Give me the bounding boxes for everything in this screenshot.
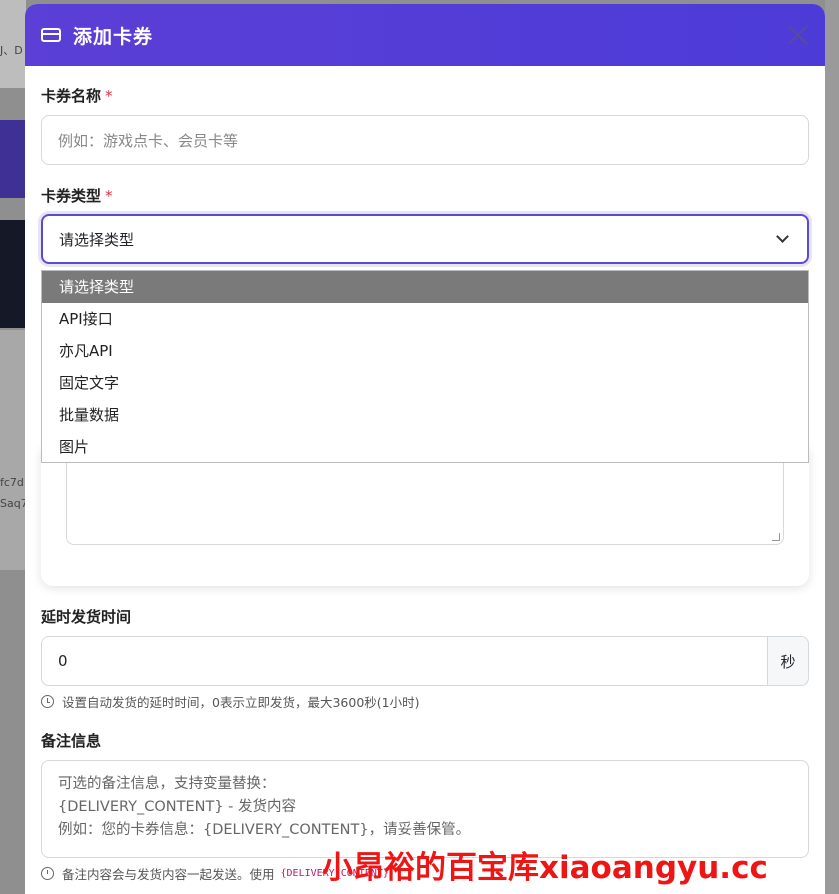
option-fixed-text[interactable]: 固定文字 <box>42 367 808 399</box>
delay-input-group: 0 秒 <box>41 636 809 686</box>
resize-handle-icon[interactable] <box>772 533 780 541</box>
modal-title: 添加卡券 <box>73 25 154 48</box>
option-image[interactable]: 图片 <box>42 431 808 463</box>
background-card <box>0 330 26 570</box>
watermark: 小昂裕的百宝库xiaoangyu.cc <box>322 850 768 886</box>
add-card-modal: 添加卡券 卡券名称 * 例如：游戏点卡、会员卡等 卡券类型 * 请选择类型 请选择类… <box>25 4 825 894</box>
option-select-type[interactable]: 请选择类型 <box>42 271 808 303</box>
info-icon <box>41 867 54 880</box>
option-api[interactable]: API接口 <box>42 303 808 335</box>
delay-help: 设置自动发货的延时时间，0表示立即发货，最大3600秒(1小时) <box>41 692 419 711</box>
card-type-selected-value: 请选择类型 <box>59 230 135 249</box>
delay-value: 0 <box>58 652 68 670</box>
card-type-dropdown: 请选择类型 API接口 亦凡API 固定文字 批量数据 图片 <box>41 270 809 463</box>
close-icon[interactable] <box>787 24 809 46</box>
card-name-label: 卡券名称 * <box>41 87 113 105</box>
option-yifan-api[interactable]: 亦凡API <box>42 335 808 367</box>
card-name-input[interactable]: 例如：游戏点卡、会员卡等 <box>41 115 809 165</box>
notes-placeholder-line: 例如：您的卡券信息：{DELIVERY_CONTENT}，请妥善保管。 <box>58 822 471 838</box>
required-mark: * <box>105 87 113 105</box>
delay-label: 延时发货时间 <box>41 608 132 626</box>
option-batch-data[interactable]: 批量数据 <box>42 399 808 431</box>
credit-card-icon <box>41 28 61 42</box>
background-text: Saq7 <box>0 497 26 510</box>
background-banner <box>0 120 26 198</box>
delay-input[interactable]: 0 <box>41 636 767 686</box>
card-type-select[interactable]: 请选择类型 <box>41 214 809 264</box>
background-dark-panel <box>0 220 26 328</box>
modal-header: 添加卡券 <box>25 4 825 66</box>
delay-unit: 秒 <box>767 636 809 686</box>
background-text: J、D <box>0 44 23 57</box>
background-scroll-area <box>825 0 839 894</box>
chevron-down-icon <box>776 230 789 243</box>
delay-help-text: 设置自动发货的延时时间，0表示立即发货，最大3600秒(1小时) <box>62 695 420 710</box>
background-text: fc7d <box>0 476 24 489</box>
notes-placeholder-line: {DELIVERY_CONTENT} - 发货内容 <box>58 799 297 815</box>
notes-help-text: 备注内容会与发货内容一起发送。使用 <box>62 867 275 882</box>
clock-icon <box>41 695 54 708</box>
notes-label: 备注信息 <box>41 732 102 750</box>
card-name-placeholder: 例如：游戏点卡、会员卡等 <box>58 131 239 150</box>
required-mark: * <box>105 187 113 205</box>
notes-placeholder-line: 可选的备注信息，支持变量替换： <box>58 776 276 792</box>
card-type-label: 卡券类型 * <box>41 187 113 205</box>
card-content-panel <box>41 444 809 586</box>
